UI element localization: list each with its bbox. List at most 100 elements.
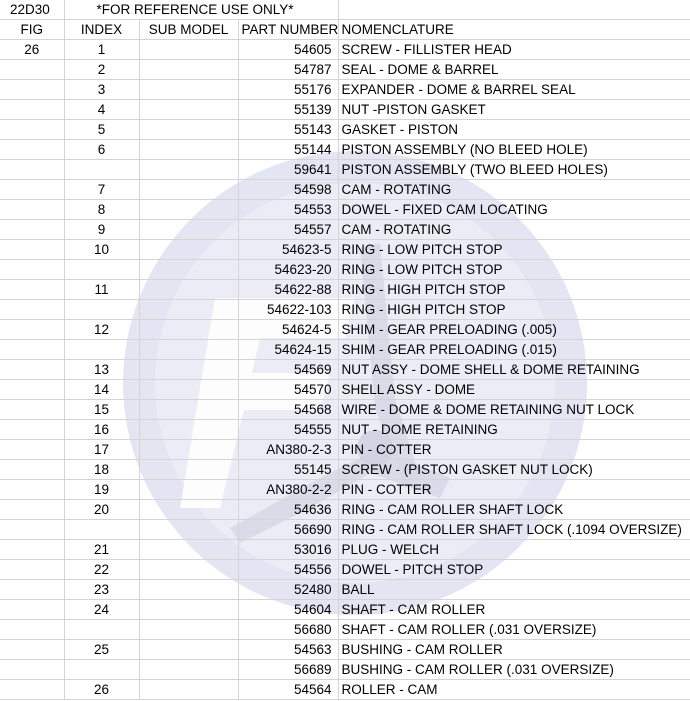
cell-part-number[interactable]: 54568 [238,399,339,420]
cell-index[interactable]: 2 [64,59,140,80]
cell-sub-model[interactable] [139,479,239,500]
column-header-sub-model[interactable]: SUB MODEL [139,19,239,40]
cell-nomenclature[interactable]: SHAFT - CAM ROLLER (.031 OVERSIZE) [338,619,690,640]
cell-part-number[interactable]: 52480 [238,579,339,600]
cell-index[interactable]: 14 [64,379,140,400]
cell-index[interactable]: 16 [64,419,140,440]
cell-part-number[interactable]: 54604 [238,599,339,620]
sheet-code[interactable]: 22D30 [0,0,65,20]
cell-fig[interactable] [0,119,65,140]
cell-sub-model[interactable] [139,519,239,540]
cell-nomenclature[interactable]: RING - CAM ROLLER SHAFT LOCK [338,499,690,520]
cell-index[interactable]: 6 [64,139,140,160]
cell-nomenclature[interactable]: BUSHING - CAM ROLLER [338,639,690,660]
cell-sub-model[interactable] [139,619,239,640]
cell-part-number[interactable]: AN380-2-2 [238,479,339,500]
cell-sub-model[interactable] [139,419,239,440]
cell-part-number[interactable]: 54570 [238,379,339,400]
cell-index[interactable]: 11 [64,279,140,300]
cell-nomenclature[interactable]: SHELL ASSY - DOME [338,379,690,400]
column-header-nomenclature[interactable]: NOMENCLATURE [338,19,690,40]
cell-sub-model[interactable] [139,239,239,260]
cell-sub-model[interactable] [139,99,239,120]
cell-sub-model[interactable] [139,319,239,340]
cell-fig[interactable] [0,539,65,560]
column-header-index[interactable]: INDEX [64,19,140,40]
cell-index[interactable] [64,519,140,540]
cell-fig[interactable] [0,239,65,260]
cell-sub-model[interactable] [139,559,239,580]
cell-fig[interactable] [0,379,65,400]
cell-nomenclature[interactable]: RING - LOW PITCH STOP [338,239,690,260]
column-header-part-number[interactable]: PART NUMBER [238,19,339,40]
cell-fig[interactable] [0,499,65,520]
cell-nomenclature[interactable]: SEAL - DOME & BARREL [338,59,690,80]
cell-index[interactable] [64,299,140,320]
cell-fig[interactable] [0,639,65,660]
cell-nomenclature[interactable]: DOWEL - FIXED CAM LOCATING [338,199,690,220]
cell-index[interactable]: 1 [64,39,140,60]
cell-index[interactable]: 22 [64,559,140,580]
cell-index[interactable] [64,339,140,360]
cell-fig[interactable] [0,159,65,180]
cell-sub-model[interactable] [139,499,239,520]
cell-fig[interactable]: 26 [0,39,65,60]
cell-fig[interactable] [0,619,65,640]
cell-fig[interactable] [0,219,65,240]
cell-index[interactable]: 26 [64,679,140,700]
cell-nomenclature[interactable]: NUT -PISTON GASKET [338,99,690,120]
cell-sub-model[interactable] [139,359,239,380]
cell-nomenclature[interactable]: WIRE - DOME & DOME RETAINING NUT LOCK [338,399,690,420]
cell-index[interactable]: 19 [64,479,140,500]
cell-sub-model[interactable] [139,459,239,480]
cell-sub-model[interactable] [139,679,239,700]
cell-nomenclature[interactable]: GASKET - PISTON [338,119,690,140]
cell-part-number[interactable]: 54605 [238,39,339,60]
cell-empty[interactable] [338,0,690,20]
cell-part-number[interactable]: 55144 [238,139,339,160]
cell-sub-model[interactable] [139,339,239,360]
cell-part-number[interactable]: 54557 [238,219,339,240]
cell-part-number[interactable]: 55143 [238,119,339,140]
cell-part-number[interactable]: 56690 [238,519,339,540]
cell-nomenclature[interactable]: PISTON ASSEMBLY (NO BLEED HOLE) [338,139,690,160]
cell-fig[interactable] [0,559,65,580]
cell-nomenclature[interactable]: PLUG - WELCH [338,539,690,560]
cell-sub-model[interactable] [139,119,239,140]
cell-fig[interactable] [0,199,65,220]
cell-part-number[interactable]: 54556 [238,559,339,580]
cell-index[interactable]: 17 [64,439,140,460]
cell-fig[interactable] [0,339,65,360]
cell-part-number[interactable]: 55139 [238,99,339,120]
cell-nomenclature[interactable]: NUT ASSY - DOME SHELL & DOME RETAINING [338,359,690,380]
cell-fig[interactable] [0,459,65,480]
cell-part-number[interactable]: 54563 [238,639,339,660]
cell-part-number[interactable]: 54623-20 [238,259,339,280]
cell-part-number[interactable]: 54787 [238,59,339,80]
cell-fig[interactable] [0,319,65,340]
cell-nomenclature[interactable]: PIN - COTTER [338,479,690,500]
cell-sub-model[interactable] [139,539,239,560]
cell-sub-model[interactable] [139,579,239,600]
cell-index[interactable]: 7 [64,179,140,200]
cell-part-number[interactable]: 56680 [238,619,339,640]
cell-sub-model[interactable] [139,219,239,240]
cell-sub-model[interactable] [139,659,239,680]
cell-fig[interactable] [0,299,65,320]
cell-index[interactable]: 5 [64,119,140,140]
cell-nomenclature[interactable]: SHIM - GEAR PRELOADING (.005) [338,319,690,340]
cell-sub-model[interactable] [139,279,239,300]
cell-nomenclature[interactable]: PIN - COTTER [338,439,690,460]
cell-index[interactable]: 12 [64,319,140,340]
cell-index[interactable]: 13 [64,359,140,380]
reference-note[interactable]: *FOR REFERENCE USE ONLY* [64,0,294,20]
cell-index[interactable]: 25 [64,639,140,660]
cell-nomenclature[interactable]: SHIM - GEAR PRELOADING (.015) [338,339,690,360]
cell-index[interactable]: 24 [64,599,140,620]
cell-fig[interactable] [0,99,65,120]
cell-sub-model[interactable] [139,259,239,280]
cell-fig[interactable] [0,579,65,600]
cell-sub-model[interactable] [139,159,239,180]
cell-sub-model[interactable] [139,139,239,160]
cell-part-number[interactable]: 54622-103 [238,299,339,320]
